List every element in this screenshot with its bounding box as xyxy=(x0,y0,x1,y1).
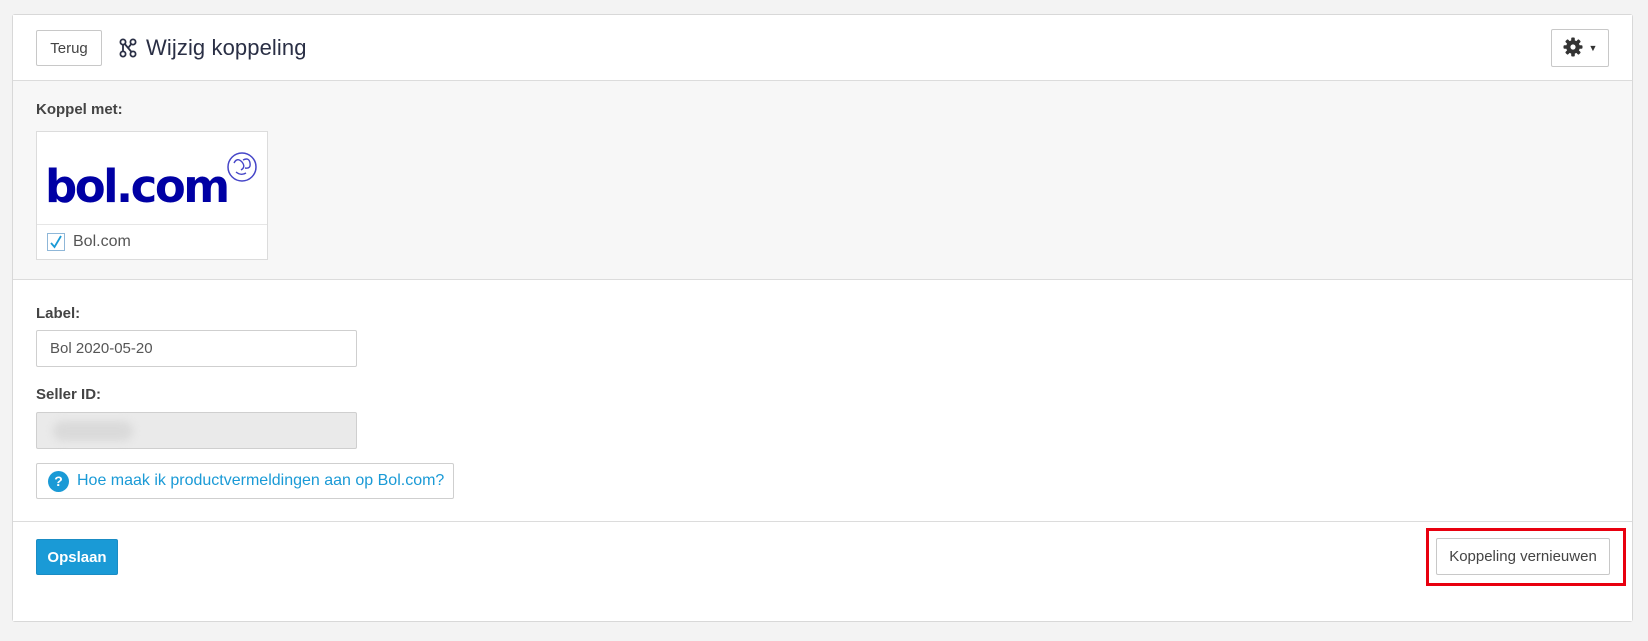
panel-header: Terug Wijzig koppeling ▼ xyxy=(13,15,1632,81)
connection-panel: Terug Wijzig koppeling ▼ Koppel met: bol… xyxy=(12,14,1633,622)
page-title: Wijzig koppeling xyxy=(146,35,307,60)
help-link-text: Hoe maak ik productvermeldingen aan op B… xyxy=(77,472,445,489)
label-field-label: Label: xyxy=(36,305,81,322)
title-group: Wijzig koppeling xyxy=(119,35,307,61)
gear-icon xyxy=(1563,37,1583,60)
svg-text:bol.com: bol.com xyxy=(45,160,228,213)
back-button[interactable]: Terug xyxy=(36,30,102,66)
connect-label: Koppel met: xyxy=(36,101,123,118)
seller-id-input[interactable] xyxy=(36,412,357,449)
connect-section: Koppel met: bol.com Bol.com xyxy=(13,81,1632,280)
checkmark-icon xyxy=(50,235,62,249)
seller-id-label: Seller ID: xyxy=(36,386,102,403)
bol-com-checkbox[interactable] xyxy=(47,233,65,251)
help-link-button[interactable]: ? Hoe maak ik productvermeldingen aan op… xyxy=(36,463,454,499)
link-nodes-icon xyxy=(119,38,137,58)
question-icon: ? xyxy=(48,470,69,492)
label-input[interactable] xyxy=(36,330,357,367)
chevron-down-icon: ▼ xyxy=(1588,43,1598,53)
settings-dropdown-button[interactable]: ▼ xyxy=(1551,29,1609,67)
tile-footer: Bol.com xyxy=(37,224,267,259)
bol-com-name: Bol.com xyxy=(73,233,131,250)
renew-connection-button[interactable]: Koppeling vernieuwen xyxy=(1436,538,1610,575)
panel-footer: Opslaan Koppeling vernieuwen xyxy=(13,521,1632,621)
bol-com-tile[interactable]: bol.com Bol.com xyxy=(36,131,268,260)
bol-com-logo: bol.com xyxy=(37,132,267,224)
redacted-value xyxy=(53,421,133,441)
save-button[interactable]: Opslaan xyxy=(36,539,118,575)
highlight-box: Koppeling vernieuwen xyxy=(1426,528,1626,586)
